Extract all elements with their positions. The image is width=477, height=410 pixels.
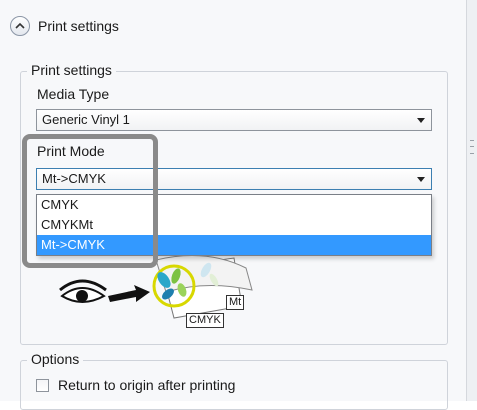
collapse-button[interactable] xyxy=(10,16,30,36)
print-settings-legend: Print settings xyxy=(27,62,116,78)
options-legend: Options xyxy=(27,351,84,367)
highlight-frame xyxy=(22,134,158,268)
scrollbar-grip-icon[interactable] xyxy=(470,140,474,154)
dropdown-arrow-icon xyxy=(417,118,425,123)
return-to-origin-label[interactable]: Return to origin after printing xyxy=(58,377,235,393)
mt-tag: Mt xyxy=(226,295,245,310)
section-header[interactable]: Print settings xyxy=(10,14,119,38)
chevron-up-icon xyxy=(15,22,25,29)
settings-panel: Print settings Print settings Media Type… xyxy=(0,0,466,410)
vertical-scrollbar[interactable] xyxy=(466,0,477,401)
section-title: Print settings xyxy=(38,18,119,34)
cmyk-tag: CMYK xyxy=(186,313,224,328)
media-type-value: Generic Vinyl 1 xyxy=(42,112,130,127)
dropdown-arrow-icon xyxy=(417,177,425,182)
media-type-select[interactable]: Generic Vinyl 1 xyxy=(36,109,432,131)
return-to-origin-checkbox[interactable] xyxy=(36,379,49,392)
media-type-label: Media Type xyxy=(37,86,110,102)
